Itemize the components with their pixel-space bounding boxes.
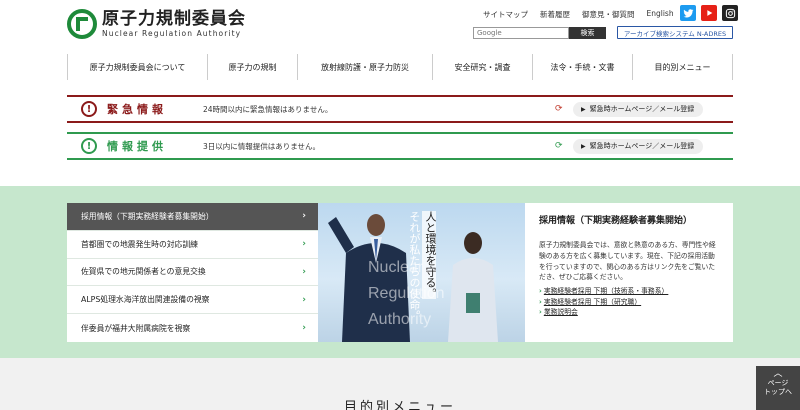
archive-search-button[interactable]: アーカイブ検索システム N-ADRES	[617, 26, 733, 39]
info-homepage-link[interactable]: ▶ 緊急時ホームページ／メール登録	[573, 138, 703, 154]
emergency-homepage-link[interactable]: ▶ 緊急時ホームページ／メール登録	[573, 101, 703, 117]
information-bar: ! 情報提供 3日以内に情報提供はありません。 ⟳ ▶ 緊急時ホームページ／メー…	[67, 132, 733, 160]
recruitment-photo[interactable]: 人と環境を守る。 それが私たちの使命。 Nuclear Regulation A…	[318, 203, 525, 342]
feedback-link[interactable]: 御意見・御質問	[582, 9, 635, 20]
chevron-right-icon: ›	[539, 287, 542, 296]
site-header: 原子力規制委員会 Nuclear Regulation Authority サイ…	[0, 0, 800, 48]
purpose-menu-title: 目的別メニュー	[343, 400, 456, 410]
nav-about[interactable]: 原子力規制委員会について	[68, 54, 208, 80]
english-link[interactable]: English	[647, 9, 674, 20]
nav-regulation[interactable]: 原子力の規制	[208, 54, 298, 80]
chevron-right-icon: ›	[302, 294, 306, 305]
feature-description: 原子力規制委員会では、意欲と熱意のある方、専門性や経験のある方を広く募集していま…	[539, 241, 716, 282]
news-item-recruitment[interactable]: 採用情報（下期実務経験者募集開始） ›	[67, 203, 318, 231]
news-item-saga-exchange[interactable]: 佐賀県での地元関係者との意見交換 ›	[67, 259, 318, 287]
triangle-right-icon: ▶	[581, 105, 586, 113]
search-button[interactable]: 検索	[569, 27, 606, 39]
chevron-up-icon: ︿	[773, 369, 783, 379]
photo-watermark: Nuclear Regulation Authority	[368, 255, 445, 333]
info-message: 3日以内に情報提供はありません。	[203, 141, 321, 151]
utility-links: サイトマップ 新着履歴 御意見・御質問 English	[483, 9, 686, 20]
news-item-alps-inspection[interactable]: ALPS処理水海洋放出関連設備の視察 ›	[67, 286, 318, 315]
triangle-right-icon: ▶	[581, 142, 586, 150]
watermark-line: Authority	[368, 311, 432, 328]
info-title: 情報提供	[107, 140, 167, 153]
news-item-label: ALPS処理水海洋放出関連設備の視察	[81, 295, 210, 305]
nav-purpose-menu[interactable]: 目的別メニュー	[633, 54, 733, 80]
youtube-icon[interactable]	[701, 5, 717, 21]
social-links	[675, 5, 738, 21]
chevron-right-icon: ›	[302, 211, 306, 222]
emergency-message: 24時間以内に緊急情報はありません。	[203, 104, 333, 114]
chevron-right-icon: ›	[302, 323, 306, 334]
watermark-line: Nuclear	[368, 259, 424, 276]
feature-title: 採用情報（下期実務経験者募集開始）	[539, 216, 693, 226]
nav-safety-research[interactable]: 安全研究・調査	[433, 54, 533, 80]
nra-logo-icon	[67, 9, 97, 39]
news-item-label: 佐賀県での地元関係者との意見交換	[81, 267, 206, 277]
feature-link-technical[interactable]: › 実務経験者採用 下期（技術系・事務系）	[539, 286, 719, 296]
reload-icon[interactable]: ⟳	[555, 141, 567, 151]
news-list: 採用情報（下期実務経験者募集開始） › 首都圏での地震発生時の対応訓練 › 佐賀…	[67, 203, 318, 342]
news-item-label: 採用情報（下期実務経験者募集開始）	[81, 211, 214, 221]
chevron-right-icon: ›	[539, 297, 542, 306]
page-top-button[interactable]: ︿ ページ トップへ	[756, 366, 800, 410]
logo-name-en: Nuclear Regulation Authority	[102, 28, 242, 38]
site-logo[interactable]: 原子力規制委員会 Nuclear Regulation Authority	[67, 6, 247, 42]
reload-icon[interactable]: ⟳	[555, 104, 567, 114]
sitemap-link[interactable]: サイトマップ	[483, 9, 528, 20]
page-top-label-2: トップへ	[764, 388, 792, 396]
news-item-earthquake-drill[interactable]: 首都圏での地震発生時の対応訓練 ›	[67, 231, 318, 259]
feature-panel: 採用情報（下期実務経験者募集開始） 原子力規制委員会では、意欲と熱意のある方、専…	[525, 203, 733, 342]
news-item-label: 伴委員が福井大附属病院を視察	[81, 323, 191, 333]
exclamation-icon: !	[81, 138, 97, 154]
whats-new-link[interactable]: 新着履歴	[540, 9, 570, 20]
chevron-right-icon: ›	[539, 308, 542, 316]
instagram-icon[interactable]	[722, 5, 738, 21]
twitter-icon[interactable]	[680, 5, 696, 21]
info-link-label: 緊急時ホームページ／メール登録	[589, 142, 695, 150]
nav-laws-documents[interactable]: 法令・手続・文書	[533, 54, 633, 80]
emergency-title: 緊急情報	[107, 103, 167, 116]
search-input[interactable]	[473, 27, 569, 39]
news-item-label: 首都圏での地震発生時の対応訓練	[81, 239, 198, 249]
emergency-info-bar: ! 緊急情報 24時間以内に緊急情報はありません。 ⟳ ▶ 緊急時ホームページ／…	[67, 95, 733, 123]
watermark-line: Regulation	[368, 285, 445, 302]
chevron-right-icon: ›	[302, 239, 306, 250]
site-search: 検索	[473, 27, 606, 39]
page-top-label-1: ページ	[767, 379, 789, 387]
main-nav: 原子力規制委員会について 原子力の規制 放射線防護・原子力防災 安全研究・調査 …	[67, 54, 733, 80]
feature-link-label: 業務説明会	[543, 308, 578, 316]
logo-name-ja: 原子力規制委員会	[102, 8, 246, 29]
feature-link-research[interactable]: › 実務経験者採用 下期（研究職）	[539, 297, 719, 307]
chevron-right-icon: ›	[302, 266, 306, 277]
emergency-link-label: 緊急時ホームページ／メール登録	[589, 105, 695, 113]
nav-radiation-protection[interactable]: 放射線防護・原子力防災	[298, 54, 433, 80]
news-item-fukui-hospital[interactable]: 伴委員が福井大附属病院を視察 ›	[67, 314, 318, 342]
exclamation-icon: !	[81, 101, 97, 117]
feature-link-label: 実務経験者採用 下期（研究職）	[543, 297, 642, 306]
feature-link-label: 実務経験者採用 下期（技術系・事務系）	[543, 287, 669, 296]
feature-link-briefing[interactable]: › 業務説明会	[539, 307, 719, 317]
